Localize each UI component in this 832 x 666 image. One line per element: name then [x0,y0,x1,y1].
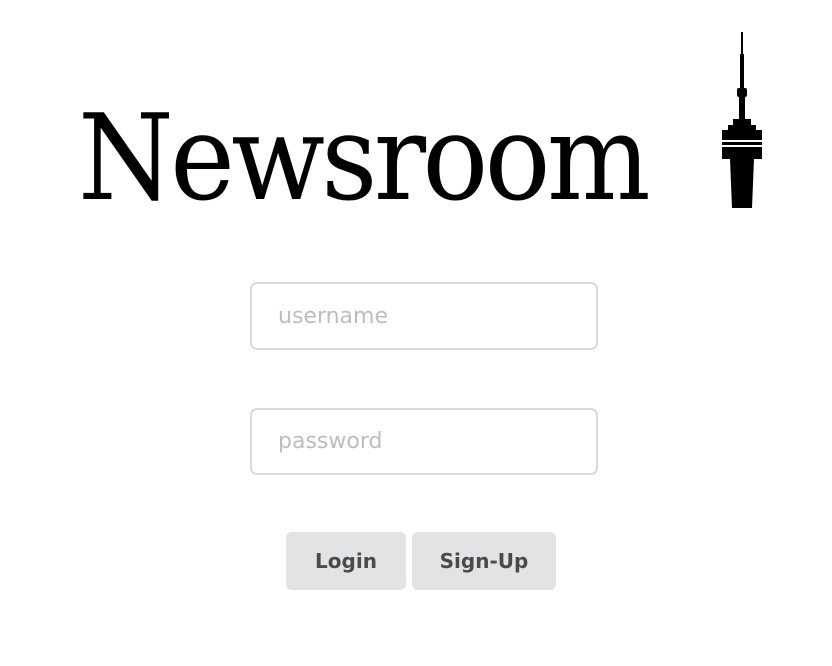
newsroom-logo: Newsroom [0,0,832,230]
login-button[interactable]: Login [286,532,406,590]
login-page: Newsroom Login Sign-Up [0,0,832,666]
logo-wordmark: Newsroom [78,90,651,228]
password-input[interactable] [250,408,598,475]
signup-button[interactable]: Sign-Up [412,532,556,590]
cn-tower-icon [722,32,762,208]
username-input[interactable] [250,282,598,350]
